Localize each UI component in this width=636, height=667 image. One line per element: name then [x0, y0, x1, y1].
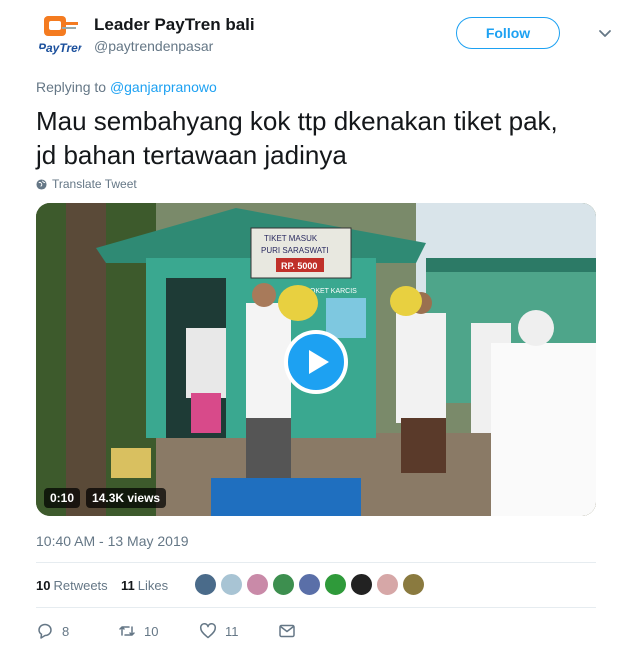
tweet-text-line-1: Mau sembahyang kok ttp dkenakan tiket pa…	[36, 106, 558, 136]
liker-avatars	[194, 573, 425, 596]
retweets-count: 10	[36, 578, 51, 593]
author-name[interactable]: Leader PayTren bali	[94, 15, 255, 35]
reply-count: 8	[62, 623, 70, 639]
translate-tweet-link[interactable]: Translate Tweet	[36, 177, 137, 191]
tweet-card: PayTren Leader PayTren bali @paytrendenp…	[0, 0, 636, 667]
video-views: 14.3K views	[86, 488, 167, 508]
liker-avatar[interactable]	[194, 573, 217, 596]
retweet-icon	[119, 626, 135, 636]
globe-icon	[36, 178, 47, 190]
author-handle[interactable]: @paytrendenpasar	[94, 38, 213, 54]
tweet-actions: 8 10 11	[36, 622, 596, 646]
follow-button[interactable]: Follow	[456, 17, 560, 49]
replying-to-label: Replying to	[36, 79, 107, 95]
svg-text:TIKET MASUK: TIKET MASUK	[264, 234, 318, 243]
svg-text:PURI SARASWATI: PURI SARASWATI	[261, 246, 329, 255]
retweets-label: Retweets	[53, 578, 108, 593]
likes-count: 11	[121, 578, 135, 593]
retweet-action[interactable]: 10	[118, 622, 158, 640]
replying-to: Replying to @ganjarpranowo	[36, 79, 217, 95]
direct-message-action[interactable]	[278, 622, 296, 640]
video-player[interactable]: TIKET MASUK PURI SARASWATI RP. 5000 LOKE…	[36, 203, 596, 516]
tweet-text-line-2: jd bahan tertawaan jadinya	[36, 140, 347, 170]
author-avatar[interactable]: PayTren	[36, 12, 84, 60]
like-count: 11	[225, 623, 239, 639]
liker-avatar[interactable]	[324, 573, 347, 596]
liker-avatar[interactable]	[220, 573, 243, 596]
liker-avatar[interactable]	[298, 573, 321, 596]
svg-text:RP. 5000: RP. 5000	[281, 261, 317, 271]
chevron-down-icon[interactable]	[596, 24, 614, 42]
like-action[interactable]: 11	[199, 622, 239, 640]
tweet-timestamp[interactable]: 10:40 AM - 13 May 2019	[36, 533, 189, 549]
reply-action[interactable]: 8	[36, 622, 69, 640]
retweet-count: 10	[144, 623, 159, 639]
retweets-stat[interactable]: 10 Retweets	[36, 578, 108, 593]
paytren-logo-icon: PayTren	[36, 12, 84, 60]
video-duration: 0:10	[44, 488, 81, 508]
tweet-stats: 10 Retweets 11 Likes	[36, 562, 596, 608]
liker-avatar[interactable]	[402, 573, 425, 596]
play-icon	[308, 350, 329, 374]
liker-avatar[interactable]	[350, 573, 373, 596]
translate-label: Translate Tweet	[52, 177, 137, 191]
likes-stat[interactable]: 11 Likes	[121, 578, 168, 593]
likes-label: Likes	[137, 578, 169, 593]
heart-icon	[200, 623, 216, 639]
replying-to-link[interactable]: @ganjarpranowo	[110, 79, 217, 95]
play-button[interactable]	[284, 330, 348, 394]
svg-text:PayTren: PayTren	[38, 41, 84, 55]
envelope-icon	[279, 624, 295, 638]
tweet-header: PayTren Leader PayTren bali @paytrendenp…	[36, 12, 616, 62]
liker-avatar[interactable]	[246, 573, 269, 596]
tweet-text: Mau sembahyang kok ttp dkenakan tiket pa…	[36, 104, 606, 172]
liker-avatar[interactable]	[376, 573, 399, 596]
video-badges: 0:10 14.3K views	[44, 488, 167, 508]
liker-avatar[interactable]	[272, 573, 295, 596]
reply-icon	[38, 623, 52, 639]
